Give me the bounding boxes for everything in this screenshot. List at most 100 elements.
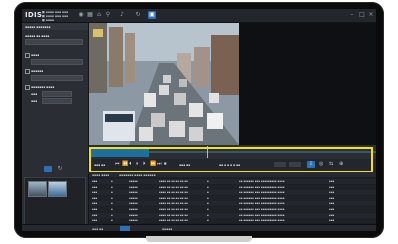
app-window: IDIS ■ ▪▪▪▪ ▪▪▪ ▪▪▪ ■ ▪▪▪▪ ▪▪▪ ▪▪▪ ■ ▪▪▪… [22, 9, 376, 231]
table-cell: ▪▪▪ [92, 208, 98, 211]
status-center: ▪▪▪▪▪ [162, 227, 173, 231]
page-button[interactable] [120, 226, 130, 231]
table-cell: ▪ [207, 180, 209, 183]
table-cell: ▪▪▪ [92, 213, 98, 217]
monitor-icon[interactable]: ▣ [148, 11, 156, 19]
table-cell: ▪ [111, 196, 113, 200]
sidebar-title: ▪▪▪▪▪ ▪▪▪▪▪▪▪ [25, 25, 51, 29]
option-label: ▪▪▪▪▪▪ [31, 69, 44, 73]
table-cell: ▪ [111, 185, 113, 189]
field-label: ▪▪▪ [31, 92, 38, 96]
minimize-icon[interactable]: – [348, 11, 356, 19]
table-cell: ▪ [111, 180, 113, 183]
search-input[interactable] [25, 39, 83, 45]
table-cell: ▪▪▪ [92, 191, 98, 195]
table-cell: ▪▪▪▪ ▪▪ ▪▪ ▪▪:▪▪:▪▪ [159, 180, 188, 183]
event-table: ▪▪▪ ▪ ▪▪▪▪▪ ▪▪▪▪ ▪▪ ▪▪ ▪▪:▪▪:▪▪ ▪ ▪▪ ▪▪▪▪▪▪ ▪… [89, 177, 376, 225]
reset-icon[interactable]: ↻ [56, 165, 64, 173]
table-cell: ▪▪▪▪▪ [129, 185, 138, 189]
layout-icon[interactable]: ▦ [86, 11, 94, 19]
table-cell: ▪▪▪▪▪ [129, 208, 138, 211]
camera-icon[interactable]: ◉ [77, 11, 85, 19]
option-field[interactable] [31, 75, 83, 81]
table-cell: ▪▪ ▪▪▪▪▪▪ ▪▪▪ ▪▪▪▪▪▪▪▪▪ ▪▪▪▪ [239, 219, 285, 223]
table-cell: ▪▪ ▪▪▪▪▪▪ ▪▪▪ ▪▪▪▪▪▪▪▪▪ ▪▪▪▪ [239, 180, 285, 183]
table-cell: ▪▪ ▪▪▪▪▪▪ ▪▪▪ ▪▪▪▪▪▪▪▪▪ ▪▪▪▪ [239, 202, 285, 206]
table-cell: ▪▪▪▪▪ [129, 213, 138, 217]
table-cell: ▪▪▪ [92, 196, 98, 200]
table-cell: ▪▪▪ [92, 185, 98, 189]
to-field[interactable] [42, 98, 72, 104]
table-cell: ▪▪▪▪ ▪▪ ▪▪ ▪▪:▪▪:▪▪ [159, 213, 188, 217]
video-frame [89, 23, 239, 145]
bell-icon[interactable]: ♪ [118, 11, 126, 19]
table-cell: ▪▪▪ [92, 180, 98, 183]
video-view[interactable] [89, 23, 239, 145]
table-cell: ▪▪ ▪▪▪▪▪▪ ▪▪▪ ▪▪▪▪▪▪▪▪▪ ▪▪▪▪ [239, 208, 285, 211]
table-cell: ▪▪▪▪▪ [129, 219, 138, 223]
table-cell: ▪▪ ▪▪▪▪▪▪ ▪▪▪ ▪▪▪▪▪▪▪▪▪ ▪▪▪▪ [239, 213, 285, 217]
app-logo: IDIS [25, 11, 43, 19]
table-row[interactable]: ▪▪▪ ▪ ▪▪▪▪▪ ▪▪▪▪ ▪▪ ▪▪ ▪▪:▪▪:▪▪ ▪ ▪▪ ▪▪▪▪▪▪ ▪… [89, 207, 376, 212]
table-cell: ▪▪▪▪▪ [129, 196, 138, 200]
table-cell: ▪▪▪ [329, 180, 335, 183]
table-cell: ▪▪▪ [92, 202, 98, 206]
table-cell: ▪ [111, 208, 113, 211]
top-toolbar: IDIS ■ ▪▪▪▪ ▪▪▪ ▪▪▪ ■ ▪▪▪▪ ▪▪▪ ▪▪▪ ■ ▪▪▪… [22, 9, 376, 23]
table-cell: ▪▪▪▪ ▪▪ ▪▪ ▪▪:▪▪:▪▪ [159, 202, 188, 206]
table-cell: ▪▪ ▪▪▪▪▪▪ ▪▪▪ ▪▪▪▪▪▪▪▪▪ ▪▪▪▪ [239, 196, 285, 200]
option-field[interactable] [31, 59, 83, 65]
field-label: ▪▪▪ [31, 99, 38, 103]
table-cell: ▪▪▪▪▪ [129, 202, 138, 206]
close-icon[interactable]: × [367, 11, 375, 19]
table-row[interactable]: ▪▪▪ ▪ ▪▪▪▪▪ ▪▪▪▪ ▪▪ ▪▪ ▪▪:▪▪:▪▪ ▪ ▪▪ ▪▪▪▪▪▪ ▪… [89, 184, 376, 190]
table-cell: ▪ [207, 191, 209, 195]
option-checkbox[interactable] [25, 53, 30, 58]
table-cell: ▪ [207, 185, 209, 189]
sidebar-header: ▪▪▪▪▪ ▪▪▪▪▪▪▪ [22, 23, 88, 30]
status-left: ▪▪▪ ▪▪ [92, 227, 104, 231]
option-label: ▪▪▪▪▪▪▪ ▪▪▪▪ [31, 85, 55, 89]
table-cell: ▪▪▪▪▪ [129, 180, 138, 183]
table-cell: ▪▪▪▪ ▪▪ ▪▪ ▪▪:▪▪:▪▪ [159, 208, 188, 211]
table-cell: ▪ [111, 213, 113, 217]
table-cell: ▪ [111, 219, 113, 223]
thumbnail-panel [24, 177, 86, 229]
home-icon[interactable]: ⌂ [95, 11, 103, 19]
search-icon[interactable]: ⚲ [104, 11, 112, 19]
option-label: ▪▪▪▪ [31, 53, 40, 57]
monitor-stand [146, 236, 252, 242]
search-button[interactable] [44, 166, 52, 172]
table-cell: ▪▪▪ [329, 196, 335, 200]
table-cell: ▪ [207, 196, 209, 200]
thumbnail[interactable] [28, 181, 47, 197]
table-cell: ▪▪▪▪ ▪▪ ▪▪ ▪▪:▪▪:▪▪ [159, 219, 188, 223]
table-cell: ▪ [111, 191, 113, 195]
empty-view [239, 23, 376, 145]
option-checkbox[interactable] [25, 85, 30, 90]
table-row[interactable]: ▪▪▪ ▪ ▪▪▪▪▪ ▪▪▪▪ ▪▪ ▪▪ ▪▪:▪▪:▪▪ ▪ ▪▪ ▪▪▪▪▪▪ ▪… [89, 179, 376, 184]
maximize-icon[interactable]: □ [358, 11, 366, 19]
table-cell: ▪ [111, 202, 113, 206]
table-row[interactable]: ▪▪▪ ▪ ▪▪▪▪▪ ▪▪▪▪ ▪▪ ▪▪ ▪▪:▪▪:▪▪ ▪ ▪▪ ▪▪▪▪▪▪ ▪… [89, 218, 376, 224]
table-row[interactable]: ▪▪▪ ▪ ▪▪▪▪▪ ▪▪▪▪ ▪▪ ▪▪ ▪▪:▪▪:▪▪ ▪ ▪▪ ▪▪▪▪▪▪ ▪… [89, 212, 376, 218]
table-cell: ▪▪ ▪▪▪▪▪▪ ▪▪▪ ▪▪▪▪▪▪▪▪▪ ▪▪▪▪ [239, 185, 285, 189]
table-cell: ▪▪▪ [329, 208, 335, 211]
thumbnail[interactable] [48, 181, 67, 197]
table-cell: ▪▪▪ [329, 219, 335, 223]
table-row[interactable]: ▪▪▪ ▪ ▪▪▪▪▪ ▪▪▪▪ ▪▪ ▪▪ ▪▪:▪▪:▪▪ ▪ ▪▪ ▪▪▪▪▪▪ ▪… [89, 195, 376, 201]
search-label: ▪▪▪▪▪ ▪▪ ▪▪▪▪ [25, 34, 50, 38]
table-cell: ▪▪▪▪ ▪▪ ▪▪ ▪▪:▪▪:▪▪ [159, 191, 188, 195]
table-cell: ▪▪▪ [329, 191, 335, 195]
table-cell: ▪▪▪ [329, 185, 335, 189]
option-checkbox[interactable] [25, 69, 30, 74]
table-cell: ▪ [207, 219, 209, 223]
table-cell: ▪▪▪▪▪ [129, 191, 138, 195]
from-field[interactable] [42, 91, 72, 97]
status-bar: ▪▪▪ ▪▪ ▪▪▪▪▪ [22, 224, 376, 231]
table-cell: ▪▪▪ [329, 213, 335, 217]
refresh-icon[interactable]: ↻ [134, 11, 142, 19]
table-row[interactable]: ▪▪▪ ▪ ▪▪▪▪▪ ▪▪▪▪ ▪▪ ▪▪ ▪▪:▪▪:▪▪ ▪ ▪▪ ▪▪▪▪▪▪ ▪… [89, 201, 376, 207]
table-row[interactable]: ▪▪▪ ▪ ▪▪▪▪▪ ▪▪▪▪ ▪▪ ▪▪ ▪▪:▪▪:▪▪ ▪ ▪▪ ▪▪▪▪▪▪ ▪… [89, 190, 376, 196]
table-cell: ▪ [207, 208, 209, 211]
